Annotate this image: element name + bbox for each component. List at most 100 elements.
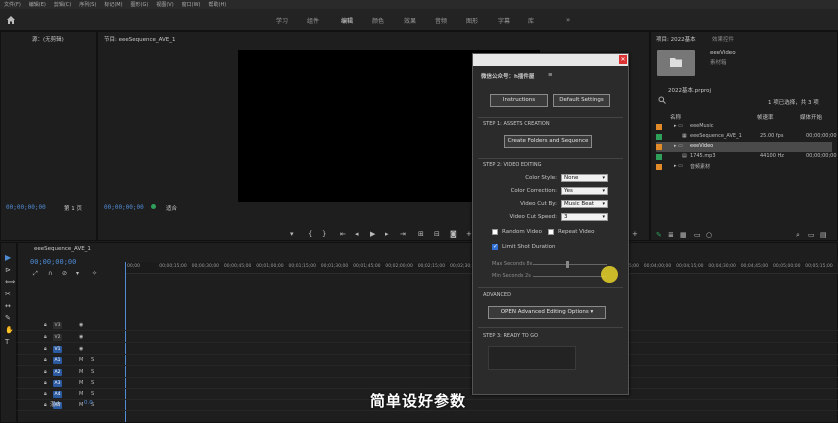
column-name[interactable]: 名称 xyxy=(670,113,681,121)
menu-graphics[interactable]: 图形(G) xyxy=(131,1,149,8)
track-row[interactable] xyxy=(17,355,838,366)
step-forward-icon[interactable]: ▸ xyxy=(385,230,389,238)
freeform-view-icon[interactable]: ▭ xyxy=(694,231,701,239)
new-item-icon[interactable]: ▤ xyxy=(820,231,827,239)
workspace-learning[interactable]: 学习 xyxy=(276,16,288,25)
mark-in-icon[interactable]: ▾ xyxy=(290,230,294,238)
lock-icon[interactable]: 🔒︎ xyxy=(44,346,47,352)
program-timecode[interactable]: 00;00;00;00 xyxy=(104,204,144,211)
workspace-effects[interactable]: 效果 xyxy=(404,16,416,25)
track-label[interactable]: V2 xyxy=(53,334,62,341)
master-volume[interactable]: 0.0 xyxy=(84,400,93,406)
mute-button[interactable]: M xyxy=(79,380,83,386)
max-seconds-handle[interactable] xyxy=(566,261,569,268)
mute-button[interactable]: M xyxy=(79,357,83,363)
list-view-icon[interactable]: ≣ xyxy=(668,231,674,239)
track-label[interactable]: A4 xyxy=(53,391,62,398)
search-bin-icon[interactable]: ⌕ xyxy=(796,231,800,240)
panel-menu-icon[interactable]: ≡ xyxy=(548,72,553,78)
video-cut-by-select[interactable]: Music Beat ▾ xyxy=(561,200,608,208)
lock-icon[interactable]: 🔒︎ xyxy=(44,369,47,375)
solo-button[interactable]: S xyxy=(91,380,94,386)
home-icon[interactable] xyxy=(6,15,16,25)
eye-icon[interactable]: ◉ xyxy=(79,346,83,352)
generate-button[interactable] xyxy=(488,346,576,370)
eye-icon[interactable]: ◉ xyxy=(79,322,83,328)
project-row[interactable]: ▦ eeeSequence_AVE_1 25.00 fps 00;00;00;0… xyxy=(656,132,837,142)
color-correction-select[interactable]: Yes ▾ xyxy=(561,187,608,195)
instructions-button[interactable]: Instructions xyxy=(490,94,548,107)
mute-button[interactable]: M xyxy=(79,391,83,397)
lock-icon[interactable]: 🔒︎ xyxy=(44,380,47,386)
zoom-slider-icon[interactable]: ○ xyxy=(706,231,712,239)
random-video-checkbox[interactable] xyxy=(492,229,498,235)
pencil-icon[interactable]: ✎ xyxy=(656,231,662,239)
pen-tool-icon[interactable]: ✎ xyxy=(5,314,11,322)
track-select-icon[interactable]: ⊳ xyxy=(5,266,11,274)
eye-icon[interactable]: ◉ xyxy=(79,334,83,340)
mute-button[interactable]: M xyxy=(79,402,83,408)
workspace-libraries[interactable]: 库 xyxy=(528,16,534,25)
min-seconds-slider[interactable] xyxy=(533,276,607,277)
mute-button[interactable]: M xyxy=(79,369,83,375)
color-style-select[interactable]: None ▾ xyxy=(561,174,608,182)
lock-icon[interactable]: 🔒︎ xyxy=(44,402,47,408)
default-settings-button[interactable]: Default Settings xyxy=(553,94,610,107)
project-row[interactable]: ▤ 1745.mp3 44100 Hz 00;00;00;00 xyxy=(656,152,837,162)
menu-marker[interactable]: 标记(M) xyxy=(104,1,122,8)
ripple-edit-icon[interactable]: ⟺ xyxy=(5,278,15,286)
menu-edit[interactable]: 编辑(E) xyxy=(29,1,46,8)
button-editor-icon[interactable]: + xyxy=(466,230,472,238)
solo-button[interactable]: S xyxy=(91,369,94,375)
menu-help[interactable]: 帮助(H) xyxy=(209,1,227,8)
source-timecode[interactable]: 00;00;00;00 xyxy=(6,204,46,211)
workspace-captions[interactable]: 字幕 xyxy=(498,16,510,25)
in-point-icon[interactable]: { xyxy=(308,230,312,238)
track-label[interactable]: A2 xyxy=(53,369,62,376)
menu-sequence[interactable]: 序列(S) xyxy=(79,1,96,8)
lift-icon[interactable]: ⊞ xyxy=(418,230,424,238)
column-frame-rate[interactable]: 帧速率 xyxy=(757,113,774,121)
project-tab[interactable]: 项目: 2022基本 xyxy=(656,35,696,43)
timeline-timecode[interactable]: 00;00;00;00 xyxy=(30,258,76,266)
solo-button[interactable]: S xyxy=(91,391,94,397)
solo-button[interactable]: S xyxy=(91,357,94,363)
video-cut-speed-select[interactable]: 3 ▾ xyxy=(561,213,608,221)
project-row[interactable]: ▸ ▭ 音频素材 xyxy=(656,162,832,172)
hand-tool-icon[interactable]: ✋ xyxy=(5,326,14,334)
create-folders-button[interactable]: Create Folders and Sequence xyxy=(504,135,592,148)
type-tool-icon[interactable]: T xyxy=(5,338,9,346)
menu-clip[interactable]: 剪辑(C) xyxy=(54,1,71,8)
play-icon[interactable]: ▶ xyxy=(370,230,375,238)
program-add-icon[interactable]: + xyxy=(632,230,638,238)
project-row[interactable]: ▸ ▭ eeeMusic xyxy=(656,122,832,132)
close-icon[interactable]: ✕ xyxy=(619,55,627,64)
step-back-icon[interactable]: ◂ xyxy=(355,230,359,238)
program-panel-title[interactable]: 节目: eeeSequence_AVE_1 xyxy=(104,35,176,43)
go-to-in-icon[interactable]: ⇤ xyxy=(340,230,346,238)
max-seconds-slider[interactable] xyxy=(533,264,607,265)
fit-zoom-select[interactable]: 适合 xyxy=(166,204,177,212)
effect-controls-tab[interactable]: 效果控件 xyxy=(712,35,734,43)
track-row[interactable] xyxy=(17,320,838,331)
lock-icon[interactable]: 🔒︎ xyxy=(44,357,47,363)
workspace-color[interactable]: 颜色 xyxy=(372,16,384,25)
track-label[interactable]: V1 xyxy=(53,346,62,353)
lock-icon[interactable]: 🔒︎ xyxy=(44,334,47,340)
new-bin-icon[interactable]: ▭ xyxy=(808,231,815,239)
column-media-start[interactable]: 媒体开始 xyxy=(800,113,822,121)
track-row[interactable] xyxy=(17,378,838,389)
slip-tool-icon[interactable]: ↔ xyxy=(5,302,11,310)
track-row[interactable] xyxy=(17,332,838,343)
lock-icon[interactable]: 🔒︎ xyxy=(44,391,47,397)
extract-icon[interactable]: ⊟ xyxy=(434,230,440,238)
out-point-icon[interactable]: } xyxy=(322,230,326,238)
timeline-sequence-tab[interactable]: eeeSequence_AVE_1 xyxy=(34,246,91,252)
add-marker-icon[interactable]: ▾ xyxy=(76,270,79,277)
menu-window[interactable]: 窗口(W) xyxy=(182,1,201,8)
workspace-audio[interactable]: 音频 xyxy=(435,16,447,25)
menu-view[interactable]: 视图(V) xyxy=(156,1,173,8)
lock-icon[interactable]: 🔒︎ xyxy=(44,322,47,328)
icon-view-icon[interactable]: ▦ xyxy=(680,231,687,239)
razor-tool-icon[interactable]: ✂ xyxy=(5,290,11,298)
